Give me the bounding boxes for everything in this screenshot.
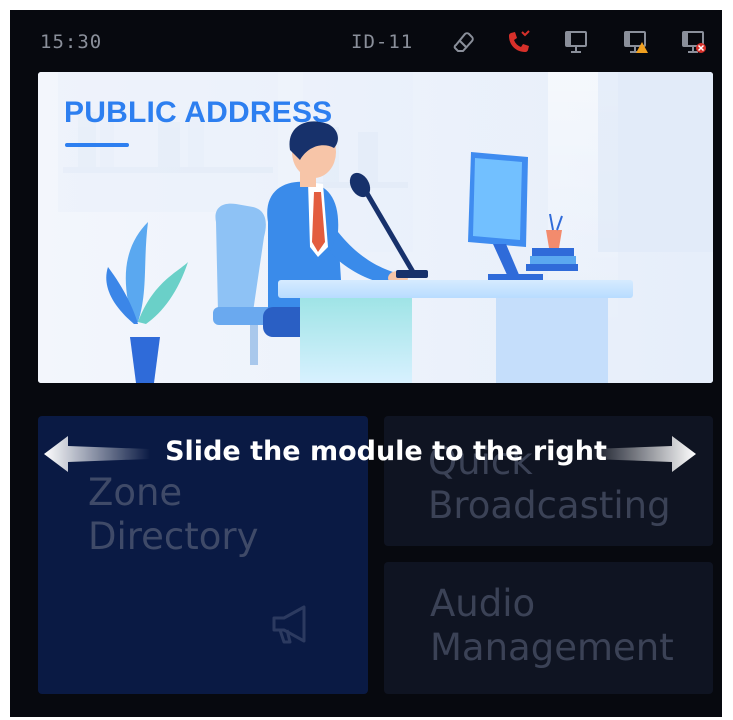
device-screen: 15:30 ID-11 PUBLIC ADDRESS Zone Director… [10,10,722,717]
audio-management-module[interactable]: Audio Management [384,562,713,694]
public-address-banner: PUBLIC ADDRESS [38,72,713,383]
arrow-right-icon [590,436,696,472]
banner-title-underline [65,143,129,147]
banner-title: PUBLIC ADDRESS [64,96,333,129]
monitor-icon [565,31,587,53]
audio-management-label: Audio Management [430,582,674,669]
monitor-warning-icon [624,31,648,53]
phone-missed-icon [508,30,530,53]
monitor-error-icon [682,31,706,53]
megaphone-icon [272,605,306,644]
device-id: ID-11 [351,31,414,53]
slide-hint: Slide the module to the right [165,436,607,467]
eraser-icon [453,32,474,52]
status-bar: 15:30 ID-11 [10,10,722,62]
clock: 15:30 [40,31,103,53]
zone-directory-label: Zone Directory [88,471,259,558]
